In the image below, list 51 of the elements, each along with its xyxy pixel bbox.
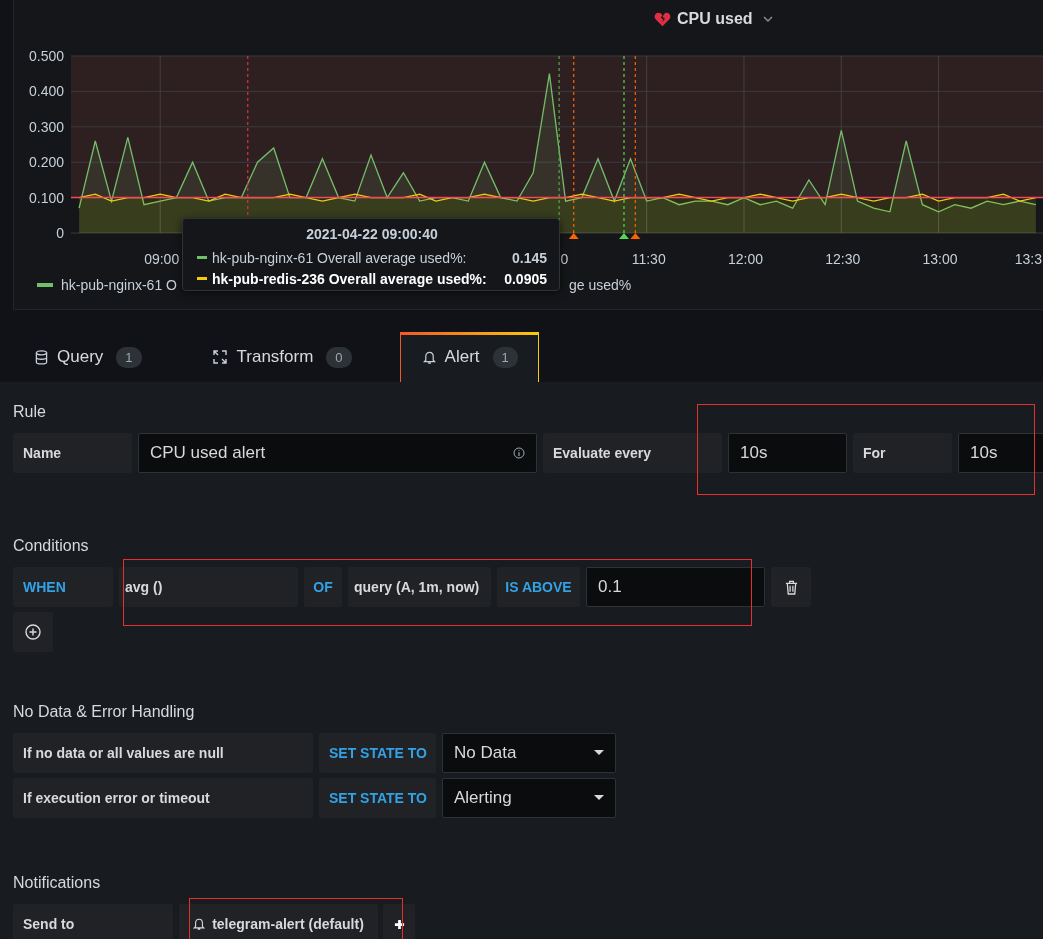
field-label: If no data or all values are null <box>13 733 313 773</box>
evaluate-input[interactable]: 10s <box>728 433 847 473</box>
notification-channel[interactable]: telegram-alert (default) <box>179 904 378 939</box>
x-axis-label: 13:00 <box>922 251 958 267</box>
tooltip-series-name: hk-pub-nginx-61 Overall average used%: <box>212 249 468 266</box>
tooltip-value: 0.0905 <box>504 270 547 287</box>
section-title: No Data & Error Handling <box>13 703 196 722</box>
keyword-label: SET STATE TO <box>319 778 436 818</box>
evaluator-button[interactable]: IS ABOVE <box>497 567 580 607</box>
keyword-label: SET STATE TO <box>319 733 436 773</box>
count-badge: 1 <box>116 346 142 368</box>
name-input[interactable]: CPU used alert <box>138 433 537 473</box>
section-title: Notifications <box>13 874 102 893</box>
tooltip-series-name: hk-pub-redis-236 Overall average used%: <box>212 270 488 287</box>
field-label: Send to <box>13 904 173 939</box>
legend-label[interactable]: ge used% <box>568 277 632 293</box>
y-axis-label: 0.500 <box>28 48 64 64</box>
query-button[interactable]: query (A, 1m, now) <box>348 567 491 607</box>
keyword-label: WHEN <box>13 567 113 607</box>
x-axis-label: 0 <box>560 251 569 267</box>
count-badge: 1 <box>492 346 518 368</box>
reducer-button[interactable]: avg () <box>119 567 298 607</box>
field-label: Name <box>13 433 132 473</box>
x-axis-label: 09:00 <box>144 251 180 267</box>
count-badge: 0 <box>326 346 352 368</box>
y-axis-label: 0 <box>56 225 64 241</box>
field-label: For <box>853 433 952 473</box>
field-label: Evaluate every <box>543 433 722 473</box>
state-select[interactable]: No Data <box>442 733 616 773</box>
panel-title[interactable]: CPU used <box>677 10 753 28</box>
threshold-input[interactable]: 0.1 <box>586 567 765 607</box>
section-title: Conditions <box>13 537 90 556</box>
field-label: If execution error or timeout <box>13 778 313 818</box>
x-axis-label: 13:3 <box>1014 251 1042 267</box>
tooltip-value: 0.145 <box>511 249 547 266</box>
editor-tab[interactable]: Alert 1 <box>399 332 539 382</box>
legend-label[interactable]: hk-pub-nginx-61 O <box>61 277 177 293</box>
y-axis-label: 0.100 <box>28 189 64 206</box>
x-axis-label: 12:00 <box>727 251 763 267</box>
tooltip-time: 2021-04-22 09:00:40 <box>305 226 439 242</box>
y-axis-label: 0.400 <box>28 83 64 100</box>
section-title: Rule <box>13 403 47 422</box>
editor-tab[interactable]: Query 1 <box>13 332 162 382</box>
keyword-label: OF <box>304 567 342 607</box>
y-axis-label: 0.200 <box>28 154 64 171</box>
x-axis-label: 11:30 <box>631 251 666 267</box>
for-input[interactable]: 10s <box>958 433 1043 473</box>
editor-tab[interactable]: Transform 0 <box>189 332 372 382</box>
x-axis-label: 12:30 <box>825 251 861 267</box>
y-axis-label: 0.300 <box>28 118 64 135</box>
state-select[interactable]: Alerting <box>442 778 616 818</box>
